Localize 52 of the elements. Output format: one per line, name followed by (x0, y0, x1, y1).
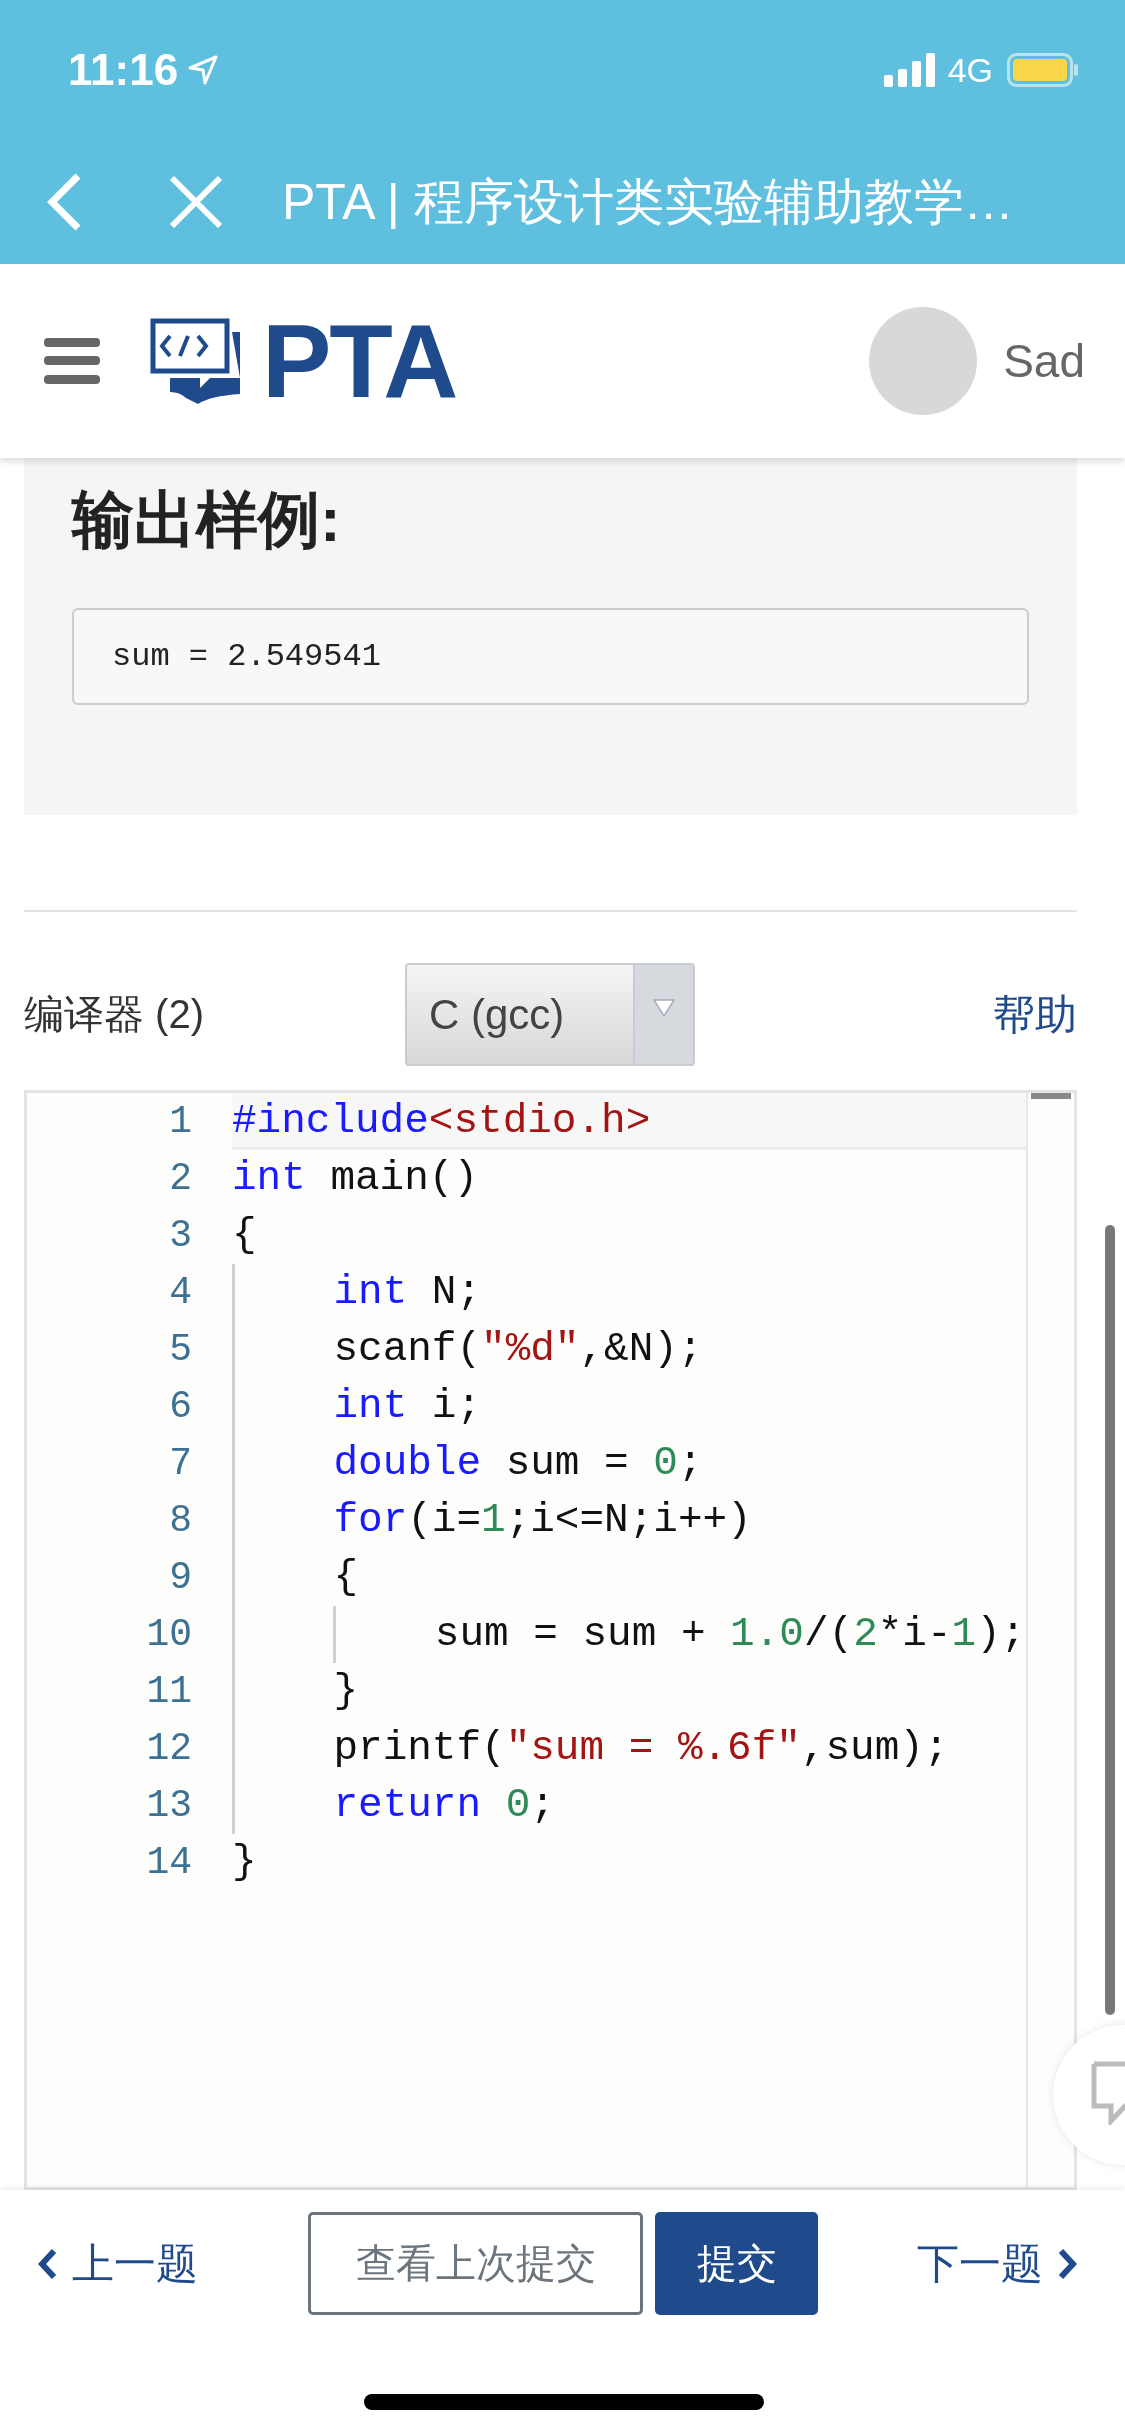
code-line: return 0; (232, 1777, 1026, 1834)
close-icon[interactable] (168, 174, 224, 230)
chevron-right-icon (1057, 2247, 1077, 2280)
line-number: 2 (168, 1156, 193, 1202)
caret-icon (653, 999, 675, 1017)
network-type: 4G (947, 50, 993, 90)
line-number: 8 (168, 1498, 193, 1544)
submit-button[interactable]: 提交 (655, 2212, 818, 2315)
next-link[interactable]: 下一题 (917, 2212, 1077, 2315)
line-number: 12 (145, 1726, 193, 1772)
line-number: 5 (168, 1327, 193, 1373)
line-number: 7 (168, 1441, 193, 1487)
line-number: 6 (168, 1384, 193, 1430)
compiler-label: 编译器 (2) (24, 991, 205, 1038)
code-line: int N; (232, 1264, 1026, 1321)
line-number: 4 (168, 1270, 193, 1316)
scrollbar[interactable] (1105, 1225, 1115, 2015)
logo-text: PTA (262, 301, 457, 421)
view-last-button[interactable]: 查看上次提交 (308, 2212, 643, 2315)
user-name[interactable]: Sad (1003, 334, 1085, 388)
code-line: } (232, 1663, 1026, 1720)
code-line: printf("sum = %.6f",sum); (232, 1720, 1026, 1777)
code-line: for(i=1;i<=N;i++) (232, 1492, 1026, 1549)
code-line: } (232, 1838, 258, 1887)
chevron-left-icon (38, 2247, 58, 2280)
line-number: 1 (168, 1099, 193, 1145)
code-line: { (232, 1549, 1026, 1606)
line-number: 9 (168, 1555, 193, 1601)
compiler-select[interactable]: C (gcc) (405, 963, 695, 1066)
line-number: 11 (145, 1669, 193, 1715)
code-line: double sum = 0; (232, 1435, 1026, 1492)
sample-output: sum = 2.549541 (72, 608, 1029, 705)
line-number: 13 (145, 1783, 193, 1829)
code-line: { (232, 1211, 258, 1260)
code-editor[interactable]: 1 2 3 4 5 6 7 8 9 10 11 12 13 14 #include<stdio.h> int main() { int N; scanf("%d",&N); int i; double sum = 0; for(i=1;i<=N;i++) { sum = sum + 1.0/(2*i-1); } printf("sum = %.6f",sum); return 0; } (24, 1090, 1077, 2190)
signal-icon (883, 53, 936, 87)
battery-icon (1007, 53, 1079, 87)
section-heading: 输出样例: (72, 484, 342, 556)
back-icon[interactable] (46, 172, 82, 232)
code-line: scanf("%d",&N); (232, 1321, 1026, 1378)
code-line: int main() (232, 1154, 480, 1203)
page-title: PTA | 程序设计类实验辅助教学… (282, 172, 1014, 232)
line-number: 3 (168, 1213, 193, 1259)
code-line: int i; (232, 1378, 1026, 1435)
line-number: 10 (145, 1612, 193, 1658)
location-arrow-icon (188, 55, 219, 85)
line-number: 14 (145, 1840, 193, 1886)
menu-icon[interactable] (44, 338, 100, 384)
previous-link[interactable]: 上一题 (38, 2212, 198, 2315)
code-line: sum = sum + 1.0/(2*i-1); (232, 1606, 1026, 1663)
help-link[interactable]: 帮助 (993, 986, 1077, 1043)
status-time: 11:16 (68, 45, 179, 95)
